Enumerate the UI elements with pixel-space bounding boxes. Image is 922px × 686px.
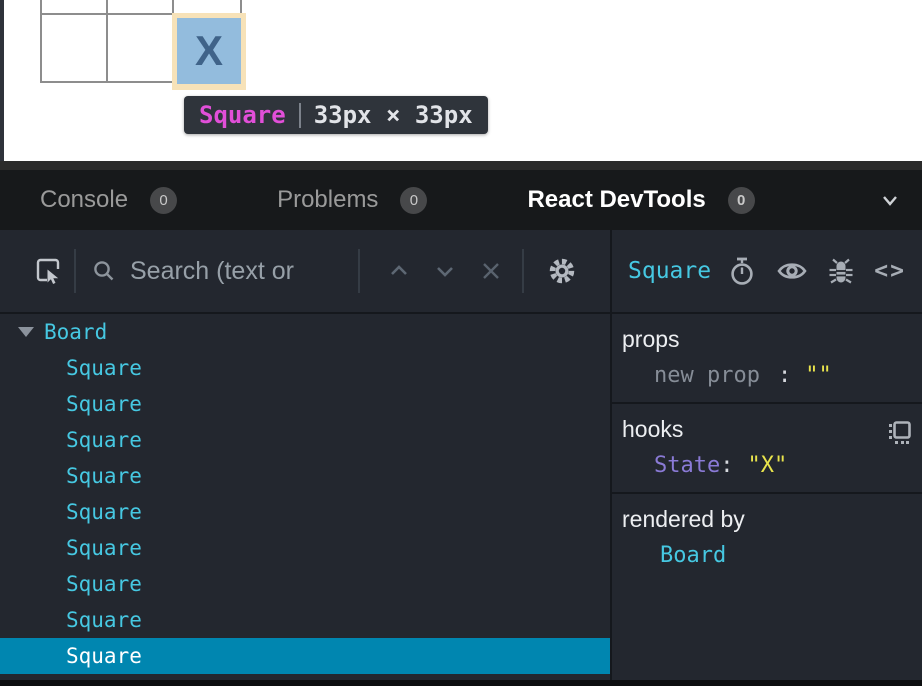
toolbar-divider <box>358 249 360 293</box>
tree-item-label: Square <box>66 572 142 596</box>
tree-item-square[interactable]: Square <box>0 422 610 458</box>
inspector-header: Square <box>612 230 922 314</box>
inspect-overlay-tooltip: Square 33px × 33px <box>184 96 488 134</box>
tree-item-board[interactable]: Board <box>0 314 610 350</box>
chevron-down-icon[interactable] <box>876 186 904 214</box>
tree-item-label: Square <box>66 428 142 452</box>
eye-icon[interactable] <box>776 259 808 283</box>
hooks-section: hooks State: "X" <box>612 404 922 494</box>
tooltip-divider <box>299 103 301 128</box>
tree-item-square[interactable]: Square <box>0 386 610 422</box>
tree-item-label: Square <box>66 464 142 488</box>
component-tree: Board Square Square Square Square Square Squa… <box>0 314 610 680</box>
board-cell[interactable] <box>42 0 108 15</box>
board-cell[interactable] <box>108 0 174 15</box>
props-section: props new prop: "" <box>612 314 922 404</box>
tab-count-badge: 0 <box>728 187 755 214</box>
tab-label: React DevTools <box>527 186 705 214</box>
inspect-highlight-margin: X <box>172 13 246 90</box>
colon: : <box>720 453 733 478</box>
bug-icon[interactable] <box>828 257 854 285</box>
tree-item-square[interactable]: Square <box>0 566 610 602</box>
tab-label: Problems <box>277 186 378 214</box>
tree-item-square[interactable]: Square <box>0 530 610 566</box>
react-devtools-panel: Board Square Square Square Square Square Squa… <box>0 230 922 680</box>
toolbar-divider <box>522 249 524 293</box>
parse-hook-names-icon[interactable] <box>886 420 912 446</box>
tree-item-label: Square <box>66 644 142 668</box>
tree-item-label: Square <box>66 392 142 416</box>
square-value: X <box>195 27 223 75</box>
board-cell[interactable] <box>42 15 108 81</box>
drawer-top-strip <box>0 161 922 170</box>
colon: : <box>778 363 791 388</box>
tooltip-dimensions: 33px × 33px <box>314 101 473 129</box>
tree-toolbar <box>0 230 610 314</box>
new-prop-key-input[interactable]: new prop <box>654 363 760 388</box>
new-prop-value-input[interactable]: "" <box>805 363 832 388</box>
window-left-edge <box>0 0 4 161</box>
tab-console[interactable]: Console 0 <box>40 186 177 214</box>
tree-item-label: Board <box>44 320 107 344</box>
hook-name: State <box>654 453 720 478</box>
search-input[interactable] <box>128 256 358 287</box>
tree-item-label: Square <box>66 536 142 560</box>
tree-item-label: Square <box>66 500 142 524</box>
stopwatch-icon[interactable] <box>728 256 756 286</box>
tab-count-badge: 0 <box>400 187 427 214</box>
inspect-element-icon[interactable] <box>34 257 62 285</box>
tab-react-devtools[interactable]: React DevTools 0 <box>527 186 754 214</box>
inspector-pane: Square <box>612 230 922 680</box>
view-source-icon[interactable]: <> <box>874 258 906 284</box>
toolbar-divider <box>74 249 76 293</box>
rendered-by-section: rendered by Board <box>612 494 922 582</box>
inspected-component-name: Square <box>628 258 711 284</box>
bottom-edge-bar <box>0 680 922 686</box>
close-icon[interactable] <box>478 258 504 284</box>
tree-item-square[interactable]: Square <box>0 494 610 530</box>
search-icon <box>92 259 116 283</box>
board-cell[interactable] <box>108 15 174 81</box>
hooks-section-title: hooks <box>612 416 922 443</box>
tab-problems[interactable]: Problems 0 <box>277 186 427 214</box>
chevron-down-icon[interactable] <box>430 256 460 286</box>
tree-item-label: Square <box>66 356 142 380</box>
tab-label: Console <box>40 186 128 214</box>
highlighted-square[interactable]: X <box>177 18 241 84</box>
chevron-up-icon[interactable] <box>384 256 414 286</box>
rendered-by-title: rendered by <box>612 506 922 533</box>
tooltip-component-name: Square <box>199 101 286 129</box>
tree-item-square[interactable]: Square <box>0 602 610 638</box>
devtools-window: X Square 33px × 33px Console 0 Problems … <box>0 0 922 686</box>
browser-page: X Square 33px × 33px <box>0 0 922 161</box>
gear-icon[interactable] <box>546 255 578 287</box>
rendered-by-link[interactable]: Board <box>612 543 922 568</box>
components-tree-pane: Board Square Square Square Square Square Squa… <box>0 230 612 680</box>
hook-value[interactable]: "X" <box>747 453 787 478</box>
tree-item-label: Square <box>66 608 142 632</box>
inspector-actions: <> <box>728 256 906 286</box>
new-prop-row[interactable]: new prop: "" <box>612 363 922 388</box>
drawer-tab-bar: Console 0 Problems 0 React DevTools 0 <box>0 170 922 230</box>
hook-state-row[interactable]: State: "X" <box>612 453 922 478</box>
tab-count-badge: 0 <box>150 187 177 214</box>
expand-arrow-icon[interactable] <box>18 327 34 337</box>
tree-item-square[interactable]: Square <box>0 638 610 674</box>
props-section-title: props <box>612 326 922 353</box>
tree-item-square[interactable]: Square <box>0 458 610 494</box>
tree-item-square[interactable]: Square <box>0 350 610 386</box>
